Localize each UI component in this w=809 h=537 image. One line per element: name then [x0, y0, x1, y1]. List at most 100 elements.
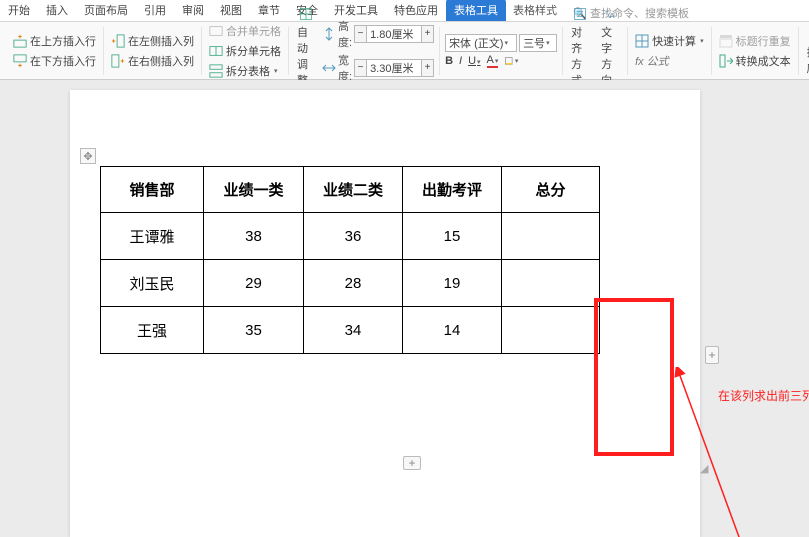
minus-icon[interactable]: −: [354, 25, 366, 43]
ribbon-toolbar: 在上方插入行 在下方插入行 在左侧插入列 在右侧插入列 合并单元格 拆分单元格 …: [0, 22, 809, 80]
tab-ref[interactable]: 引用: [136, 0, 174, 21]
table-row: 王强 35 34 14: [101, 307, 600, 354]
split-cell-icon: [209, 44, 223, 58]
table-header[interactable]: 销售部: [101, 167, 204, 213]
group-size: 自动调整▾ 高度: −1.80厘米+ 宽度: −3.30厘米+: [289, 27, 440, 75]
dropdown-icon: ▾: [504, 39, 508, 47]
table-header[interactable]: 业绩二类: [304, 167, 403, 213]
table-cell[interactable]: [502, 213, 600, 260]
dropdown-icon: ▾: [546, 39, 550, 47]
insert-row-above-icon: [13, 34, 27, 48]
group-insert-cols: 在左侧插入列 在右侧插入列: [104, 27, 202, 75]
formula-button[interactable]: fx 公式: [633, 52, 706, 70]
sales-table[interactable]: 销售部 业绩一类 业绩二类 出勤考评 总分 王谭雅 38 36 15 刘玉民 2…: [100, 166, 600, 354]
table-row: 刘玉民 29 28 19: [101, 260, 600, 307]
table-move-handle[interactable]: ✥: [80, 148, 96, 164]
underline-button[interactable]: U▾: [468, 55, 480, 67]
table-cell[interactable]: 34: [304, 307, 403, 354]
workspace: ✥ 销售部 业绩一类 业绩二类 出勤考评 总分 王谭雅 38 36 15 刘玉民…: [0, 80, 809, 537]
height-value[interactable]: 1.80厘米: [366, 25, 422, 43]
table-cell[interactable]: 19: [403, 260, 502, 307]
table-add-col-handle[interactable]: +: [705, 346, 719, 364]
fast-calc-icon: [635, 34, 649, 48]
table-cell[interactable]: [502, 260, 600, 307]
font-size-select[interactable]: 三号▾: [519, 34, 557, 52]
group-convert: 标题行重复 转换成文本: [712, 27, 799, 75]
table-cell[interactable]: 15: [403, 213, 502, 260]
table-header[interactable]: 总分: [502, 167, 600, 213]
svg-text:I: I: [605, 9, 607, 16]
font-name-select[interactable]: 宋体 (正文)▾: [445, 34, 517, 52]
row-height-icon: [322, 27, 336, 41]
table-header[interactable]: 业绩一类: [204, 167, 304, 213]
table-cell[interactable]: 29: [204, 260, 304, 307]
table-cell[interactable]: 35: [204, 307, 304, 354]
group-sort: AZ排序: [799, 27, 809, 75]
autofit-icon: [297, 5, 315, 23]
table-header[interactable]: 出勤考评: [403, 167, 502, 213]
dropdown-icon: ▾: [477, 59, 481, 66]
dropdown-icon: ▾: [700, 37, 704, 45]
bold-button[interactable]: B: [445, 55, 453, 67]
table-resize-handle[interactable]: ◢: [700, 462, 710, 472]
split-cell-button[interactable]: 拆分单元格: [207, 42, 283, 60]
group-merge: 合并单元格 拆分单元格 拆分表格▾: [202, 27, 289, 75]
table-cell[interactable]: 王强: [101, 307, 204, 354]
insert-col-right-button[interactable]: 在右侧插入列: [109, 52, 196, 70]
tab-start[interactable]: 开始: [0, 0, 38, 21]
italic-button[interactable]: I: [459, 55, 462, 67]
table-cell[interactable]: 36: [304, 213, 403, 260]
tab-review[interactable]: 审阅: [174, 0, 212, 21]
insert-col-left-icon: [111, 34, 125, 48]
plus-icon: +: [708, 348, 715, 362]
group-insert-rows: 在上方插入行 在下方插入行: [6, 27, 104, 75]
merge-cells-icon: [209, 24, 223, 38]
dropdown-icon: ▾: [515, 57, 519, 65]
highlight-button[interactable]: ▾: [504, 54, 518, 68]
align-icon: [571, 5, 589, 23]
width-stepper[interactable]: −3.30厘米+: [354, 59, 434, 77]
table-cell[interactable]: 14: [403, 307, 502, 354]
table-cell[interactable]: 38: [204, 213, 304, 260]
callout-text: 在该列求出前三列的总和: [718, 387, 809, 404]
convert-text-icon: [719, 54, 733, 68]
sort-button[interactable]: AZ排序: [804, 24, 809, 77]
table-row: 王谭雅 38 36 15: [101, 213, 600, 260]
table-cell[interactable]: 刘玉民: [101, 260, 204, 307]
fast-calc-button[interactable]: 快速计算▾: [633, 32, 706, 50]
table-cell[interactable]: 王谭雅: [101, 213, 204, 260]
insert-col-left-button[interactable]: 在左侧插入列: [109, 32, 196, 50]
repeat-header-button[interactable]: 标题行重复: [717, 32, 793, 50]
dropdown-icon: ▾: [274, 67, 278, 75]
group-font: 宋体 (正文)▾ 三号▾ B I U▾ A▾ ▾: [440, 27, 563, 75]
minus-icon[interactable]: −: [354, 59, 366, 77]
insert-row-below-icon: [13, 54, 27, 68]
tab-layout[interactable]: 页面布局: [76, 0, 136, 21]
plus-icon[interactable]: +: [422, 25, 434, 43]
height-stepper[interactable]: −1.80厘米+: [354, 25, 434, 43]
group-align: 对齐方式▾ IA文字方向▾: [563, 27, 628, 75]
svg-text:A: A: [609, 10, 615, 19]
table-cell[interactable]: [502, 307, 600, 354]
move-icon: ✥: [83, 150, 92, 163]
tab-insert[interactable]: 插入: [38, 0, 76, 21]
font-color-button[interactable]: A▾: [487, 54, 499, 68]
table-cell[interactable]: 28: [304, 260, 403, 307]
merge-cells-button[interactable]: 合并单元格: [207, 22, 283, 40]
height-label: 高度:: [338, 18, 352, 50]
tab-table-tools[interactable]: 表格工具: [446, 0, 506, 21]
insert-row-below-button[interactable]: 在下方插入行: [11, 52, 98, 70]
repeat-header-icon: [719, 34, 733, 48]
dropdown-icon: ▾: [495, 58, 499, 65]
convert-to-text-button[interactable]: 转换成文本: [717, 52, 793, 70]
text-direction-icon: IA: [601, 5, 619, 23]
tab-chapter[interactable]: 章节: [250, 0, 288, 21]
tab-view[interactable]: 视图: [212, 0, 250, 21]
insert-row-above-button[interactable]: 在上方插入行: [11, 32, 98, 50]
table-add-row-handle[interactable]: +: [403, 456, 421, 470]
split-table-icon: [209, 64, 223, 78]
plus-icon[interactable]: +: [422, 59, 434, 77]
split-table-button[interactable]: 拆分表格▾: [207, 62, 283, 80]
tab-table-style[interactable]: 表格样式: [507, 0, 563, 21]
width-value[interactable]: 3.30厘米: [366, 59, 422, 77]
